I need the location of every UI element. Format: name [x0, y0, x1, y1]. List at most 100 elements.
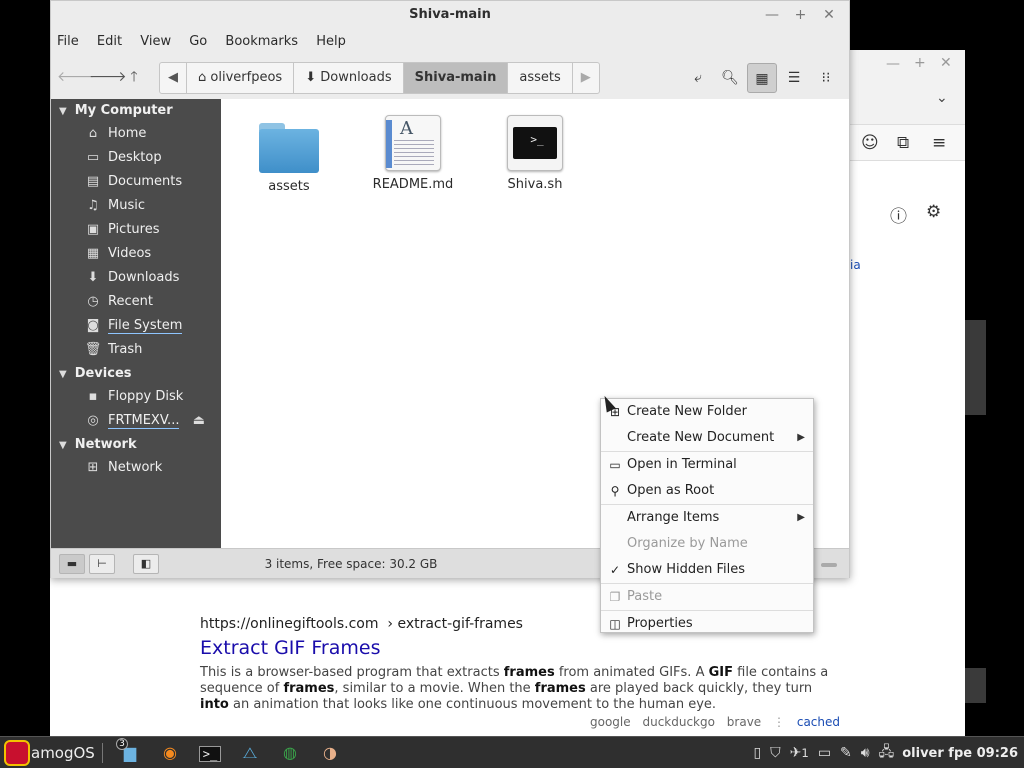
sidebar-item-desktop[interactable]: ▭ Desktop — [51, 146, 221, 170]
shield-icon[interactable]: ⛉ — [770, 745, 781, 761]
menu-icon[interactable]: ≡ — [932, 133, 946, 153]
browser-minimize-button[interactable]: — — [886, 56, 900, 72]
menu-edit[interactable]: Edit — [97, 34, 122, 49]
menu-item-open-in-terminal[interactable]: ▭ Open in Terminal — [601, 452, 813, 478]
browser-close-button[interactable]: ✕ — [940, 55, 952, 71]
info-icon[interactable]: ⓘ — [890, 202, 907, 227]
result-snippet: This is a browser-based program that ext… — [200, 665, 840, 713]
forward-button[interactable]: 🡒 — [89, 64, 127, 90]
gear-icon[interactable]: ⚙ — [926, 202, 941, 222]
menu-item-open-as-root[interactable]: ⚲ Open as Root — [601, 478, 813, 504]
menu-file[interactable]: File — [57, 34, 79, 49]
minimize-button[interactable]: — — [760, 1, 784, 29]
menu-item-label: Arrange Items — [627, 510, 720, 525]
network-status-icon[interactable]: 🖧 — [879, 741, 895, 765]
clipboard-icon[interactable]: ▯ — [753, 745, 761, 761]
result-title[interactable]: Extract GIF Frames — [200, 637, 840, 659]
window-titlebar[interactable]: Shiva-main — + ✕ — [51, 1, 849, 29]
search-button[interactable]: 🔍︎ — [715, 63, 745, 93]
result-path: › extract-gif-frames — [387, 616, 523, 632]
menu-view[interactable]: View — [140, 34, 171, 49]
sidebar-header-devices[interactable]: ▼ Devices — [51, 362, 221, 385]
sidebar-header-my-computer[interactable]: ▼ My Computer — [51, 99, 221, 122]
sidebar-item-label: File System — [108, 318, 183, 334]
sidebar-item-home[interactable]: ⌂ Home — [51, 122, 221, 146]
snippet-part: from animated GIFs. A — [554, 665, 709, 680]
key-icon: ⚲ — [610, 484, 620, 498]
compact-view-button[interactable]: ⁝⁝ — [811, 63, 841, 93]
sidebar-item-floppy-disk[interactable]: ▪ Floppy Disk — [51, 385, 221, 409]
chevron-down-icon[interactable]: ⌄ — [936, 90, 948, 106]
launcher-files[interactable]: 3 ▆ — [114, 738, 146, 768]
volume-icon[interactable]: 🔊︎ — [861, 745, 870, 761]
up-button[interactable]: 🡑 — [121, 64, 147, 90]
documents-icon: ▤ — [86, 174, 100, 189]
browser-maximize-button[interactable]: + — [914, 55, 926, 71]
sidebar-item-recent[interactable]: ◷ Recent — [51, 290, 221, 314]
path-scroll-left-button[interactable]: ◀ — [160, 63, 187, 93]
launcher-terminal[interactable]: >_ — [194, 738, 226, 768]
notification-icon[interactable]: ✈1 — [790, 745, 809, 761]
eject-icon[interactable]: ⏏ — [193, 409, 205, 433]
menu-item-organize-by-name: Organize by Name — [601, 531, 813, 557]
path-segment-home[interactable]: ⌂ oliverfpeos — [187, 63, 295, 93]
sidebar-item-music[interactable]: ♫ Music — [51, 194, 221, 218]
menu-help[interactable]: Help — [316, 34, 346, 49]
path-segment-shiva-main[interactable]: Shiva-main — [403, 63, 509, 93]
launcher-firefox[interactable]: ◉ — [154, 738, 186, 768]
engine-google[interactable]: google — [590, 715, 631, 729]
zoom-slider[interactable] — [821, 563, 837, 567]
maximize-button[interactable]: + — [788, 1, 812, 29]
file-item-shiva-sh[interactable]: >_ Shiva.sh — [485, 115, 585, 192]
menu-item-arrange-items[interactable]: Arrange Items ▶ — [601, 505, 813, 531]
icon-view-button[interactable]: ▦ — [747, 63, 777, 93]
sidebar-header-network[interactable]: ▼ Network — [51, 433, 221, 456]
engine-duckduckgo[interactable]: duckduckgo — [642, 715, 715, 729]
menu-item-show-hidden-files[interactable]: ✓ Show Hidden Files — [601, 557, 813, 583]
sidebar-item-documents[interactable]: ▤ Documents — [51, 170, 221, 194]
sidebar-item-downloads[interactable]: ⬇ Downloads — [51, 266, 221, 290]
engine-brave[interactable]: brave — [727, 715, 761, 729]
pen-icon[interactable]: ✎ — [840, 745, 852, 761]
browser-partial-link[interactable]: ia — [850, 258, 861, 272]
path-segment-downloads[interactable]: ⬇ Downloads — [294, 63, 404, 93]
file-item-assets[interactable]: assets — [239, 115, 339, 194]
extensions-icon[interactable]: ⧉ — [897, 133, 909, 153]
system-monitor-icon: ⧍ — [242, 743, 258, 762]
menu-go[interactable]: Go — [189, 34, 207, 49]
back-button[interactable]: 🡐 — [57, 64, 95, 90]
launcher-network[interactable]: ◍ — [274, 738, 306, 768]
more-icon[interactable]: ⋮ — [773, 715, 785, 729]
menu-item-label: Create New Document — [627, 430, 775, 445]
background-window-edge-lower — [965, 668, 986, 703]
clock[interactable]: oliver fpe 09:26 — [902, 746, 1018, 761]
account-icon[interactable]: ☺ — [861, 133, 879, 153]
download-icon: ⬇ — [305, 70, 317, 85]
display-icon[interactable]: ▭ — [818, 745, 831, 761]
cached-link[interactable]: cached — [797, 715, 840, 729]
sidebar-item-pictures[interactable]: ▣ Pictures — [51, 218, 221, 242]
path-scroll-right-button[interactable]: ▶ — [573, 63, 599, 93]
menu-item-properties[interactable]: ◫ Properties — [601, 611, 813, 637]
close-button[interactable]: ✕ — [817, 1, 841, 29]
sidebar-item-cdrom[interactable]: ◎ FRTMEXV... ⏏ — [51, 409, 221, 433]
sidebar-item-trash[interactable]: 🗑︎ Trash — [51, 338, 221, 362]
menu-item-create-new-folder[interactable]: ⊞ Create New Folder — [601, 399, 813, 425]
desktop-icon: ▭ — [86, 150, 100, 165]
launcher-system-monitor[interactable]: ⧍ — [234, 738, 266, 768]
menu-bookmarks[interactable]: Bookmarks — [225, 34, 298, 49]
sidebar-header-label: My Computer — [74, 103, 173, 118]
launcher-eye-app[interactable]: ◑ — [314, 738, 346, 768]
path-segment-assets[interactable]: assets — [508, 63, 573, 93]
sidebar-item-file-system[interactable]: ◙ File System — [51, 314, 221, 338]
text-document-icon: A — [385, 115, 441, 171]
snippet-part: frames — [283, 681, 335, 696]
sidebar-item-network[interactable]: ⊞ Network — [51, 456, 221, 480]
result-domain: https://onlinegiftools.com — [200, 616, 379, 632]
list-view-button[interactable]: ☰ — [779, 63, 809, 93]
toggle-location-entry-button[interactable]: ⤶ — [683, 63, 713, 93]
menu-item-create-new-document[interactable]: Create New Document ▶ — [601, 425, 813, 451]
sidebar-item-videos[interactable]: ▦ Videos — [51, 242, 221, 266]
file-item-readme[interactable]: A README.md — [363, 115, 463, 192]
start-menu-button[interactable]: amogOS — [0, 738, 95, 768]
